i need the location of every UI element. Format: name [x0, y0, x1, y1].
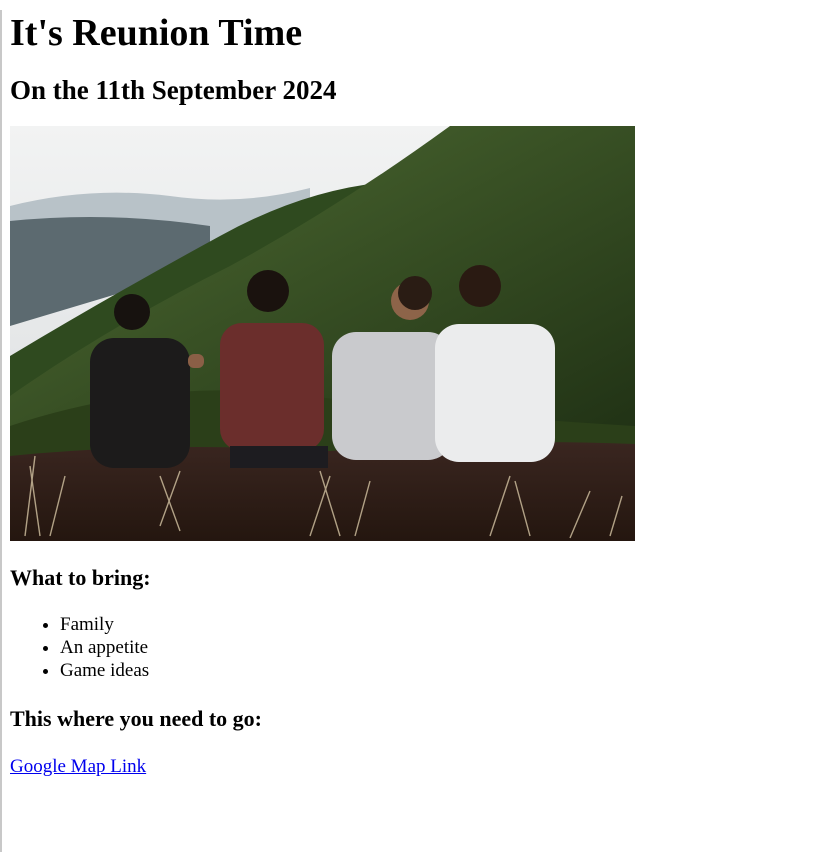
page-content: It's Reunion Time On the 11th September …: [10, 10, 823, 778]
list-item: Game ideas: [60, 659, 823, 682]
bring-list: Family An appetite Game ideas: [10, 613, 823, 682]
google-map-link[interactable]: Google Map Link: [10, 756, 146, 778]
page-left-border: [0, 10, 2, 852]
event-date: On the 11th September 2024: [10, 75, 337, 105]
list-item: Family: [60, 613, 823, 636]
list-item: An appetite: [60, 636, 823, 659]
reunion-photo: [10, 126, 635, 541]
what-to-bring-heading: What to bring:: [10, 565, 151, 590]
location-heading: This where you need to go:: [10, 706, 262, 731]
page-title: It's Reunion Time: [10, 12, 303, 54]
